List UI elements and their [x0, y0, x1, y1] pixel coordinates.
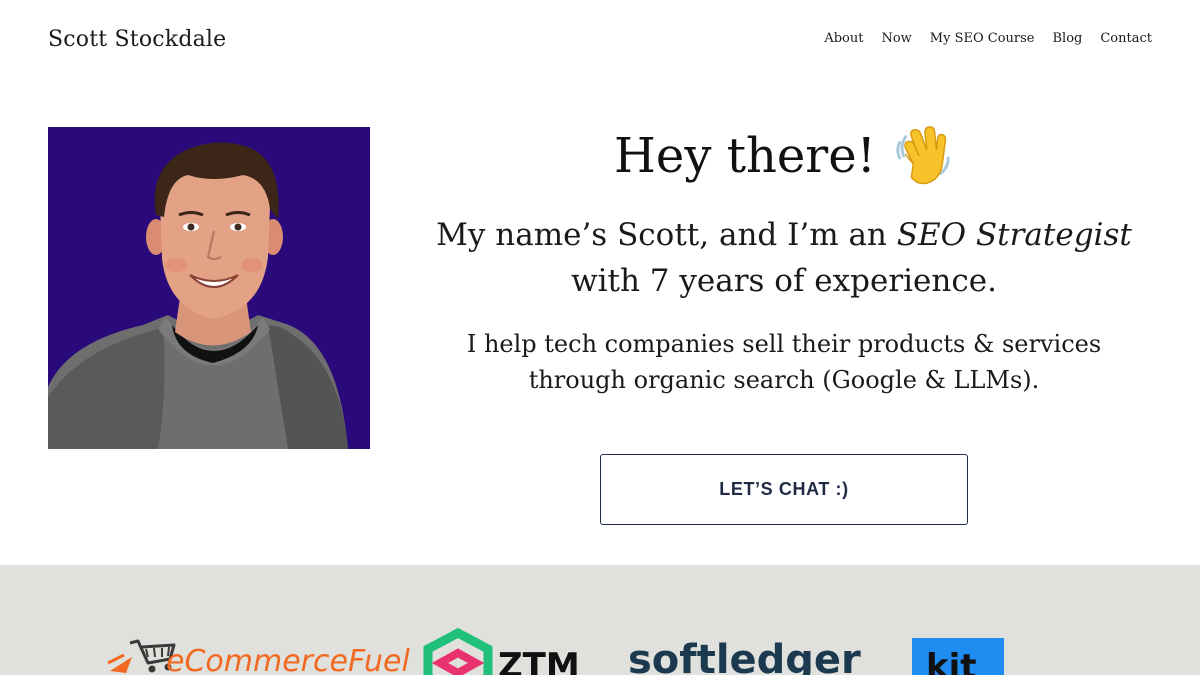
main-nav: About Now My SEO Course Blog Contact: [824, 31, 1152, 46]
intro-text: My name’s Scott, and I’m an SEO Strategi…: [400, 212, 1168, 304]
logo-ztm: ZTM: [423, 627, 580, 675]
nav-about[interactable]: About: [824, 31, 863, 46]
intro-emphasis: SEO Strategist: [896, 217, 1132, 253]
profile-photo: [48, 127, 370, 449]
ecommercefuel-text: eCommerceFuel: [166, 644, 410, 675]
logo-kit: kit: [912, 638, 1004, 675]
hero-heading: Hey there!: [400, 122, 1168, 190]
logo-ecommercefuel: eCommerceFuel: [107, 633, 410, 675]
portrait-illustration: [48, 127, 370, 449]
site-title-link[interactable]: Scott Stockdale: [48, 27, 226, 52]
nav-seo-course[interactable]: My SEO Course: [930, 31, 1035, 46]
ztm-hexagon-icon: [423, 627, 493, 675]
kit-text: kit: [926, 647, 977, 675]
shopping-cart-icon: [107, 639, 176, 673]
site-header: Scott Stockdale About Now My SEO Course …: [0, 0, 1200, 80]
intro-part-1: My name’s Scott, and I’m an: [436, 217, 897, 253]
ztm-text: ZTM: [498, 646, 580, 675]
nav-now[interactable]: Now: [881, 31, 911, 46]
hero-section: Hey there! My name’s Scott, and I’m an S…: [400, 122, 1168, 398]
hero-subheading: I help tech companies sell their product…: [466, 330, 1102, 394]
nav-contact[interactable]: Contact: [1100, 31, 1152, 46]
nav-blog[interactable]: Blog: [1053, 31, 1083, 46]
waving-hand-icon: [892, 125, 954, 187]
intro-part-2: with 7 years of experience.: [571, 263, 997, 299]
softledger-text: softledger: [628, 637, 861, 675]
client-logo-band: eCommerceFuel ZTM softledger kit: [0, 565, 1200, 675]
lets-chat-button[interactable]: LET’S CHAT :): [600, 454, 968, 525]
hero-title-text: Hey there!: [614, 128, 876, 184]
logo-softledger: softledger: [628, 633, 873, 675]
